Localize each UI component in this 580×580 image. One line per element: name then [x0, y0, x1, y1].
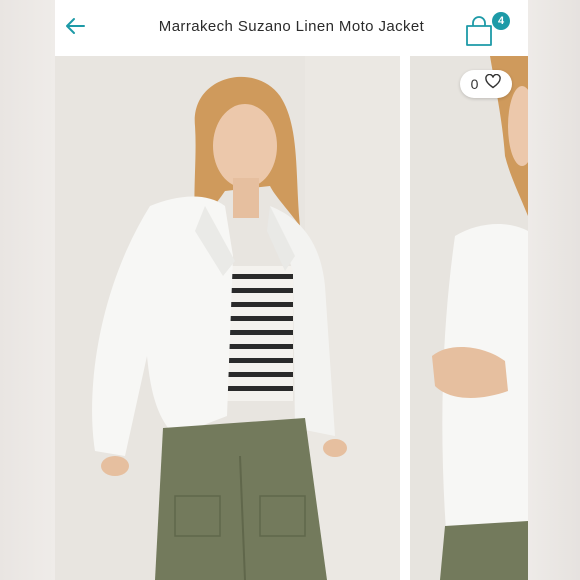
app-screen: Marrakech Suzano Linen Moto Jacket 4 0 [55, 0, 528, 580]
heart-icon [485, 73, 502, 94]
shopping-bag-button[interactable]: 4 [464, 12, 510, 48]
favorite-button[interactable]: 0 [460, 70, 512, 98]
right-margin [528, 0, 580, 580]
product-photo-next[interactable] [410, 56, 528, 580]
product-photo-main[interactable] [55, 56, 400, 580]
arrow-left-icon [64, 17, 86, 40]
cart-count-badge: 4 [492, 12, 510, 30]
favorite-count: 0 [470, 76, 479, 92]
product-image-carousel[interactable]: 0 [55, 56, 528, 580]
back-button[interactable] [61, 14, 89, 42]
page-title: Marrakech Suzano Linen Moto Jacket [158, 18, 425, 35]
top-bar: Marrakech Suzano Linen Moto Jacket 4 [55, 0, 528, 57]
left-margin [0, 0, 55, 580]
